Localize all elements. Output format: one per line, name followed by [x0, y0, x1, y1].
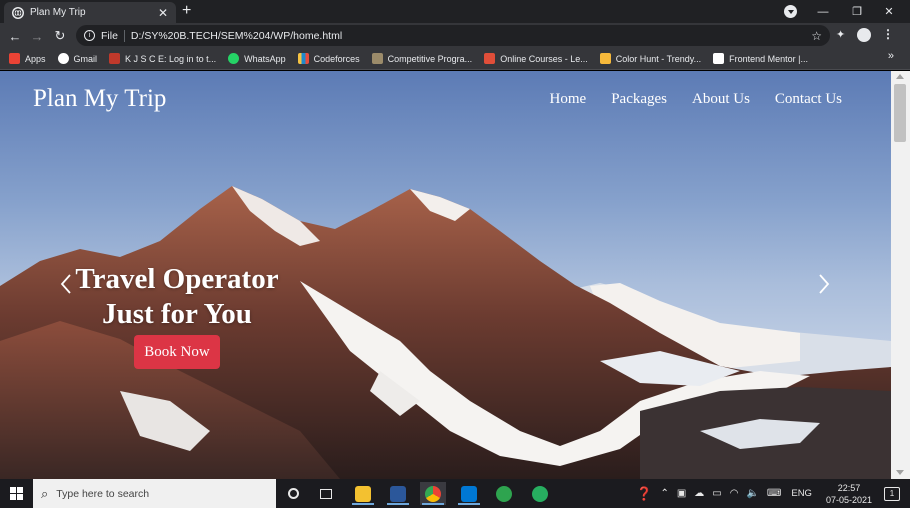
hero-heading: Travel Operator Just for You: [62, 262, 292, 332]
taskbar-search-box[interactable]: ⌕ Type here to search: [33, 479, 276, 508]
site-nav: Home Packages About Us Contact Us: [525, 91, 842, 108]
search-placeholder: Type here to search: [56, 487, 150, 500]
reload-icon[interactable]: ↻: [51, 27, 69, 45]
tab-title: Plan My Trip: [30, 7, 86, 18]
hero-line-1: Travel Operator: [75, 263, 279, 295]
github-desktop-icon[interactable]: [491, 482, 517, 505]
bookmark-kjsce[interactable]: K J S C E: Log in to t...: [109, 53, 216, 64]
apps-grid-icon: [9, 53, 20, 64]
chevron-up-icon[interactable]: ⌃: [660, 488, 668, 499]
scroll-up-arrow-icon[interactable]: [896, 74, 904, 79]
address-bar[interactable]: i File D:/SY%20B.TECH/SEM%204/WP/home.ht…: [76, 25, 830, 46]
meet-now-icon[interactable]: ▣: [677, 488, 686, 499]
bookmark-star-icon[interactable]: ☆: [811, 29, 822, 43]
browser-tab-strip: Plan My Trip ✕ + — ❐ ✕: [0, 0, 910, 23]
bookmark-label: Color Hunt - Trendy...: [615, 53, 702, 64]
new-tab-button[interactable]: +: [182, 2, 191, 20]
book-now-button[interactable]: Book Now: [134, 335, 220, 369]
kebab-menu-icon[interactable]: ⋮: [882, 27, 894, 41]
bookmark-label: Frontend Mentor |...: [729, 53, 808, 64]
forward-arrow-icon[interactable]: →: [28, 27, 46, 45]
bookmark-label: Gmail: [73, 53, 98, 64]
scrollbar-thumb[interactable]: [894, 84, 906, 142]
close-window-button[interactable]: ✕: [872, 0, 906, 23]
bookmark-apps[interactable]: Apps: [9, 53, 46, 64]
bookmark-frontend-mentor[interactable]: Frontend Mentor |...: [713, 53, 808, 64]
bookmark-label: WhatsApp: [244, 53, 286, 64]
browser-toolbar: ← → ↻ i File D:/SY%20B.TECH/SEM%204/WP/h…: [0, 23, 910, 48]
bookmarks-overflow-button[interactable]: »: [888, 50, 894, 62]
tab-close-button[interactable]: ✕: [158, 7, 168, 19]
keyboard-icon[interactable]: ⌨: [767, 488, 781, 499]
omnibox-divider: [123, 29, 125, 42]
cc-icon: [371, 53, 383, 64]
nav-link-about-us[interactable]: About Us: [692, 91, 750, 108]
vscode-icon[interactable]: [456, 482, 482, 505]
word-icon[interactable]: [385, 482, 411, 505]
extensions-puzzle-icon[interactable]: ✦: [836, 28, 845, 41]
back-arrow-icon[interactable]: ←: [6, 27, 24, 45]
wifi-icon[interactable]: ◠: [730, 488, 739, 499]
system-tray: ❓ ⌃ ▣ ☁ ▭ ◠ 🔈 ⌨ ENG 22:57 07-05-2021 1: [632, 479, 910, 508]
browser-tab[interactable]: Plan My Trip ✕: [4, 2, 176, 23]
app-green-icon[interactable]: [527, 482, 553, 505]
nav-link-packages[interactable]: Packages: [611, 91, 667, 108]
taskbar-clock[interactable]: 22:57 07-05-2021: [826, 482, 872, 506]
restore-button[interactable]: ❐: [840, 0, 874, 23]
info-icon[interactable]: i: [84, 30, 95, 41]
windows-start-button[interactable]: [0, 479, 32, 508]
carousel-next-icon[interactable]: [814, 271, 834, 297]
url-scheme-label: File: [101, 29, 118, 42]
google-icon: [57, 53, 69, 64]
color-hunt-icon: [599, 53, 611, 64]
file-explorer-icon[interactable]: [350, 482, 376, 505]
frontend-mentor-icon: [713, 53, 725, 64]
nav-link-contact-us[interactable]: Contact Us: [775, 91, 842, 108]
scroll-down-arrow-icon[interactable]: [896, 470, 904, 475]
hero-carousel: Plan My Trip Home Packages About Us Cont…: [0, 71, 891, 479]
hero-line-2: Just for You: [102, 298, 252, 330]
notification-center-icon[interactable]: 1: [884, 486, 900, 501]
kjsce-icon: [109, 53, 121, 64]
bookmark-label: Competitive Progra...: [387, 53, 473, 64]
nav-link-home[interactable]: Home: [550, 91, 587, 108]
clock-time: 22:57: [837, 482, 861, 493]
bookmark-label: Codeforces: [313, 53, 360, 64]
onedrive-icon[interactable]: ☁: [694, 488, 704, 499]
chrome-icon[interactable]: [420, 482, 446, 505]
bookmark-whatsapp[interactable]: WhatsApp: [228, 53, 286, 64]
bookmark-codeforces[interactable]: Codeforces: [297, 53, 360, 64]
codeforces-icon: [297, 53, 309, 64]
bookmark-color-hunt[interactable]: Color Hunt - Trendy...: [599, 53, 702, 64]
bookmark-online-courses[interactable]: Online Courses - Le...: [484, 53, 588, 64]
udemy-icon: [484, 53, 496, 64]
bookmark-label: Apps: [25, 53, 46, 64]
site-logo[interactable]: Plan My Trip: [33, 85, 166, 113]
language-indicator[interactable]: ENG: [791, 488, 812, 499]
bookmark-label: K J S C E: Log in to t...: [125, 53, 217, 64]
globe-icon: [12, 6, 24, 19]
battery-icon[interactable]: ▭: [712, 488, 721, 499]
bookmark-gmail[interactable]: Gmail: [57, 53, 98, 64]
bookmark-competitive-programming[interactable]: Competitive Progra...: [371, 53, 473, 64]
windows-logo-icon: [9, 487, 23, 500]
whatsapp-icon: [228, 53, 240, 64]
bookmarks-bar: Apps Gmail K J S C E: Log in to t... Wha…: [0, 48, 910, 70]
tab-search-icon[interactable]: [784, 5, 797, 18]
cortana-icon[interactable]: [280, 482, 306, 505]
clock-date: 07-05-2021: [825, 494, 872, 505]
volume-icon[interactable]: 🔈: [746, 488, 758, 499]
task-view-icon[interactable]: [313, 482, 339, 505]
help-icon[interactable]: ❓: [636, 486, 652, 502]
url-text[interactable]: D:/SY%20B.TECH/SEM%204/WP/home.html: [131, 30, 811, 42]
search-icon: ⌕: [41, 485, 49, 501]
windows-taskbar: ⌕ Type here to search ❓ ⌃ ▣ ☁ ▭ ◠ 🔈 ⌨ EN…: [0, 479, 910, 508]
bookmark-label: Online Courses - Le...: [500, 53, 588, 64]
profile-avatar-icon[interactable]: [857, 28, 871, 42]
minimize-button[interactable]: —: [806, 0, 840, 23]
